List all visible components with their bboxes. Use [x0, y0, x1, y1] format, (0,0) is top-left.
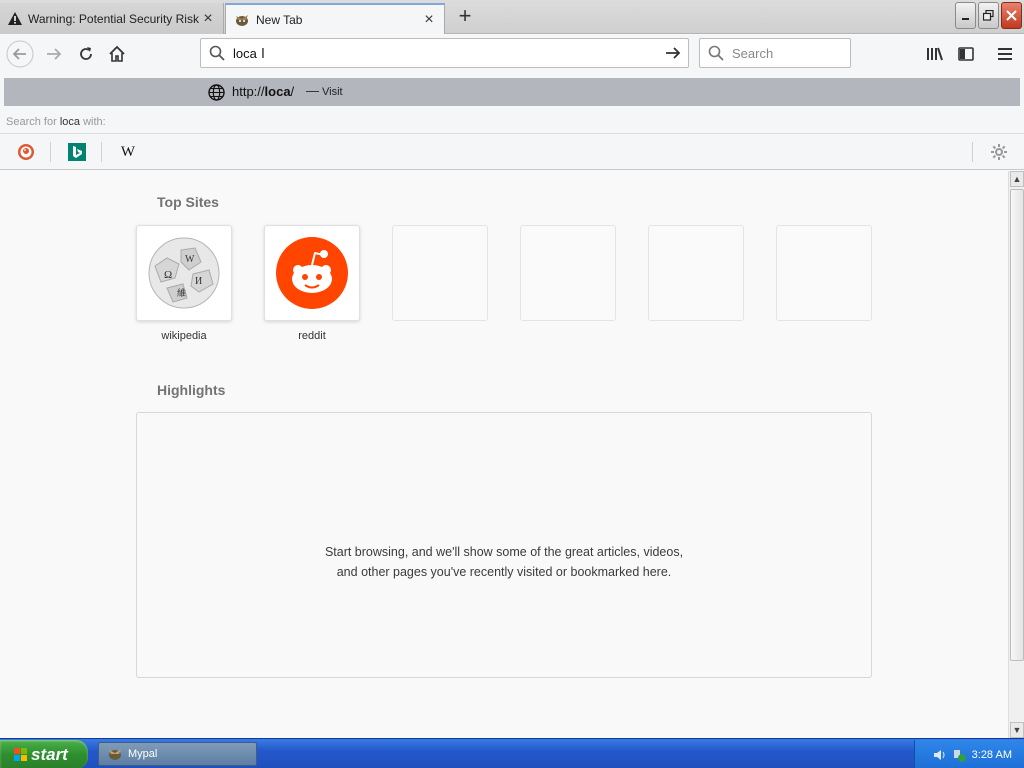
top-site-label: reddit	[298, 330, 326, 342]
search-placeholder: Search	[732, 45, 774, 61]
reload-icon	[80, 47, 92, 60]
reload-button[interactable]	[72, 40, 100, 68]
top-site-tile-empty[interactable]	[392, 225, 488, 321]
suggestion-url: http://loca/	[232, 84, 295, 99]
duckduckgo-engine-button[interactable]	[16, 142, 36, 162]
wikipedia-globe-icon: Ω W И 維	[148, 237, 220, 309]
window-controls	[955, 2, 1022, 29]
suggestion-action: Visit	[322, 86, 343, 98]
top-site-tile-reddit[interactable]	[264, 225, 360, 321]
globe-icon	[208, 84, 225, 104]
url-dropdown: http://loca/ — Visit Search for loca wit…	[0, 73, 1024, 170]
url-bar[interactable]: loca I	[200, 38, 689, 68]
wikipedia-w-icon: W	[120, 143, 136, 160]
close-tab-icon[interactable]: ×	[201, 10, 215, 26]
bing-engine-button[interactable]	[67, 142, 87, 162]
search-bar[interactable]: Search	[699, 38, 851, 68]
taskbar-item-label: Mypal	[128, 748, 158, 760]
wikipedia-engine-button[interactable]: W	[118, 142, 138, 162]
hamburger-menu-icon	[998, 48, 1012, 60]
top-site-tile-empty[interactable]	[776, 225, 872, 321]
home-icon	[109, 45, 125, 62]
engine-divider	[972, 142, 973, 162]
forward-button[interactable]	[40, 40, 68, 68]
search-settings-button[interactable]	[989, 142, 1009, 162]
new-tab-button[interactable]: +	[452, 5, 478, 29]
tab-strip: Warning: Potential Security Risk A × New…	[0, 0, 1024, 34]
menu-button[interactable]	[991, 40, 1019, 68]
page-scrollbar[interactable]: ▲ ▼	[1008, 171, 1024, 738]
network-icon[interactable]	[952, 748, 966, 762]
url-input-value[interactable]: loca	[233, 46, 257, 61]
search-icon	[708, 45, 724, 61]
search-icon	[209, 45, 225, 61]
close-tab-icon[interactable]: ×	[422, 11, 436, 27]
engine-divider	[101, 142, 102, 162]
minimize-button[interactable]	[955, 2, 976, 29]
clock: 3:28 AM	[971, 748, 1012, 761]
top-site-tile-empty[interactable]	[520, 225, 616, 321]
go-arrow-icon[interactable]	[664, 44, 682, 65]
start-button[interactable]: start	[0, 740, 88, 768]
svg-text:Ω: Ω	[164, 269, 172, 281]
highlights-empty-state: Start browsing, and we'll show some of t…	[136, 412, 872, 678]
window-close-button[interactable]	[1001, 2, 1022, 29]
svg-text:W: W	[185, 254, 195, 265]
top-site-label: wikipedia	[161, 330, 207, 342]
sidebar-button[interactable]	[952, 40, 980, 68]
forward-arrow-icon	[47, 48, 62, 60]
text-cursor-icon: I	[260, 44, 266, 62]
suggestion-separator: —	[306, 83, 319, 98]
highlights-empty-message: Start browsing, and we'll show some of t…	[324, 545, 684, 579]
restore-button[interactable]	[978, 2, 999, 29]
bing-icon	[68, 143, 86, 161]
browser-favicon-icon	[234, 12, 250, 28]
warning-icon	[8, 12, 22, 25]
engine-divider	[50, 142, 51, 162]
library-icon	[927, 47, 943, 61]
home-button[interactable]	[103, 40, 131, 68]
top-site-tile-empty[interactable]	[648, 225, 744, 321]
windows-logo-icon	[14, 747, 27, 761]
back-arrow-icon	[6, 40, 34, 68]
gear-icon	[991, 144, 1007, 160]
navigation-toolbar: loca I Search	[0, 35, 1024, 73]
scroll-up-button[interactable]: ▲	[1010, 171, 1024, 187]
system-tray: 3:28 AM	[914, 740, 1024, 768]
tab-new-tab[interactable]: New Tab ×	[225, 3, 445, 34]
svg-text:維: 維	[177, 287, 186, 298]
search-for-label: Search for loca with:	[6, 116, 106, 128]
back-button[interactable]	[6, 40, 34, 68]
duckduckgo-icon	[18, 144, 34, 160]
search-engines-row: W	[0, 133, 1024, 169]
windows-taskbar: start Mypal 3:28 AM	[0, 738, 1024, 768]
mypal-app-icon	[109, 749, 121, 760]
tab-security-warning[interactable]: Warning: Potential Security Risk A ×	[0, 3, 224, 34]
sidebar-icon	[958, 47, 974, 61]
taskbar-item-mypal[interactable]: Mypal	[98, 742, 257, 766]
volume-icon[interactable]	[932, 748, 946, 762]
new-tab-page: Top Sites Ω W И 維 wikipedia reddit Highl…	[0, 171, 1008, 738]
scroll-down-button[interactable]: ▼	[1010, 722, 1024, 738]
top-site-tile-wikipedia[interactable]: Ω W И 維	[136, 225, 232, 321]
scroll-thumb[interactable]	[1010, 189, 1024, 661]
highlights-heading: Highlights	[157, 382, 226, 398]
library-button[interactable]	[920, 40, 948, 68]
reddit-icon	[276, 237, 348, 309]
suggestion-row[interactable]: http://loca/ — Visit	[4, 78, 1020, 106]
top-sites-heading: Top Sites	[157, 194, 219, 210]
start-label: start	[31, 744, 68, 764]
tab-title: New Tab	[256, 12, 303, 27]
tab-title: Warning: Potential Security Risk A	[28, 11, 201, 26]
svg-text:И: И	[195, 276, 202, 287]
